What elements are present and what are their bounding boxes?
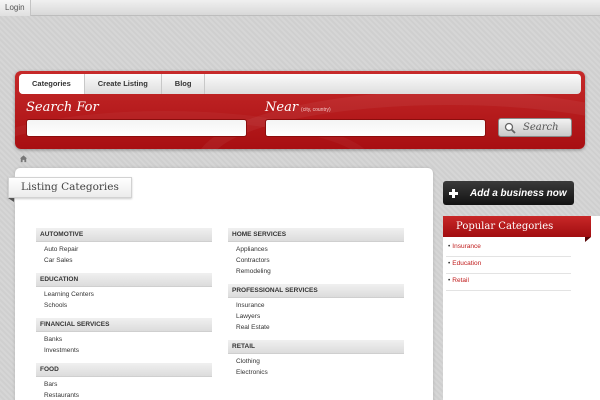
category-link[interactable]: Schools [36, 300, 212, 311]
category-header-automotive[interactable]: AUTOMOTIVE [36, 228, 212, 242]
top-bar: Login [0, 0, 600, 16]
category-header-financial-services[interactable]: FINANCIAL SERVICES [36, 318, 212, 332]
tab-create-listing[interactable]: Create Listing [85, 74, 162, 94]
category-group: PROFESSIONAL SERVICES Insurance Lawyers … [228, 284, 404, 333]
category-header-professional-services[interactable]: PROFESSIONAL SERVICES [228, 284, 404, 298]
popular-item[interactable]: • Insurance [446, 240, 571, 257]
category-link[interactable]: Banks [36, 334, 212, 345]
category-link[interactable]: Electronics [228, 367, 404, 378]
category-header-education[interactable]: EDUCATION [36, 273, 212, 287]
popular-item[interactable]: • Retail [446, 274, 571, 291]
near-input[interactable] [265, 119, 486, 137]
category-group: HOME SERVICES Appliances Contractors Rem… [228, 228, 404, 277]
home-icon[interactable] [19, 154, 28, 163]
category-link[interactable]: Investments [36, 345, 212, 356]
category-group: RETAIL Clothing Electronics [228, 340, 404, 378]
category-link[interactable]: Learning Centers [36, 289, 212, 300]
add-business-button[interactable]: Add a business now [443, 181, 574, 205]
category-link[interactable]: Real Estate [228, 322, 404, 333]
listing-categories-heading: Listing Categories [8, 177, 132, 198]
plus-icon [449, 188, 458, 198]
category-group: FOOD Bars Restaurants [36, 363, 212, 400]
popular-categories-list: • Insurance • Education • Retail [446, 240, 571, 291]
category-header-food[interactable]: FOOD [36, 363, 212, 377]
popular-heading-fold [585, 237, 591, 242]
heading-fold [8, 198, 14, 202]
search-panel: Categories Create Listing Blog Search Fo… [15, 71, 585, 149]
near-hint: (city, country) [301, 107, 331, 113]
near-label: Near (city, country) [265, 100, 331, 115]
category-header-home-services[interactable]: HOME SERVICES [228, 228, 404, 242]
login-link[interactable]: Login [0, 0, 31, 16]
category-group: FINANCIAL SERVICES Banks Investments [36, 318, 212, 356]
search-icon [504, 122, 516, 134]
tab-categories[interactable]: Categories [19, 74, 85, 94]
category-link[interactable]: Contractors [228, 255, 404, 266]
popular-item[interactable]: • Education [446, 257, 571, 274]
main-nav: Categories Create Listing Blog [19, 74, 581, 94]
category-link[interactable]: Bars [36, 379, 212, 390]
category-link[interactable]: Restaurants [36, 390, 212, 400]
category-column-right: HOME SERVICES Appliances Contractors Rem… [228, 228, 404, 385]
category-group: AUTOMOTIVE Auto Repair Car Sales [36, 228, 212, 266]
search-input[interactable] [26, 119, 247, 137]
search-button[interactable]: Search [498, 118, 572, 137]
add-business-label: Add a business now [470, 187, 567, 199]
category-column-left: AUTOMOTIVE Auto Repair Car Sales EDUCATI… [36, 228, 212, 400]
category-link[interactable]: Lawyers [228, 311, 404, 322]
category-link[interactable]: Auto Repair [36, 244, 212, 255]
category-link[interactable]: Car Sales [36, 255, 212, 266]
search-button-label: Search [523, 122, 559, 133]
category-link[interactable]: Remodeling [228, 266, 404, 277]
tab-blog[interactable]: Blog [162, 74, 206, 94]
category-group: EDUCATION Learning Centers Schools [36, 273, 212, 311]
search-for-label: Search For [26, 100, 99, 115]
category-link[interactable]: Insurance [228, 300, 404, 311]
popular-categories-heading: Popular Categories [443, 216, 591, 237]
category-header-retail[interactable]: RETAIL [228, 340, 404, 354]
category-link[interactable]: Clothing [228, 356, 404, 367]
category-link[interactable]: Appliances [228, 244, 404, 255]
